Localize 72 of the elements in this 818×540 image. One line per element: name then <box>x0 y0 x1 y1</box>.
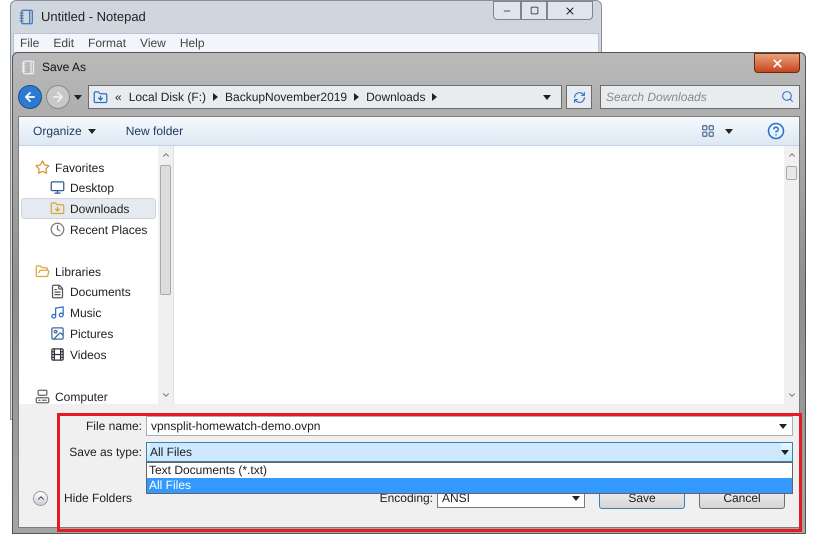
nav-item[interactable]: Desktop <box>21 177 156 198</box>
history-caret-icon <box>74 94 82 100</box>
scrollbar[interactable] <box>158 146 173 404</box>
nav-item[interactable]: Videos <box>21 344 156 365</box>
notepad-icon <box>19 9 35 25</box>
menu-item[interactable]: Format <box>88 34 126 52</box>
new-folder-button[interactable]: New folder <box>126 122 184 140</box>
field-label: File name: <box>84 418 143 435</box>
window-title: Untitled - Notepad <box>41 8 146 26</box>
back-arrow-icon <box>23 90 37 104</box>
menu-item[interactable]: Help <box>180 34 205 52</box>
scroll-thumb[interactable] <box>786 166 797 180</box>
nav-group[interactable]: Favorites <box>55 158 104 176</box>
close-icon <box>564 4 576 16</box>
menu-item[interactable]: File <box>20 34 40 52</box>
view-caret-icon <box>725 128 733 134</box>
document-icon <box>50 284 65 299</box>
caret-icon <box>779 424 787 429</box>
nav-item[interactable]: Downloads <box>21 198 156 219</box>
nav-item[interactable]: Pictures <box>21 323 156 344</box>
nav-group[interactable]: Libraries <box>55 262 102 280</box>
caret-icon <box>88 128 96 134</box>
forward-arrow-icon <box>51 90 65 104</box>
music-icon <box>50 305 65 320</box>
image-icon <box>50 326 65 341</box>
close-button[interactable] <box>754 53 800 73</box>
menu-item[interactable]: View <box>140 34 166 52</box>
search-icon <box>781 90 794 103</box>
organize-button[interactable]: Organize <box>33 122 96 140</box>
dialog-title: Save As <box>42 59 86 76</box>
nav-item[interactable]: Documents <box>21 281 156 302</box>
breadcrumb-item[interactable]: Local Disk (F:) <box>128 88 206 106</box>
field-label: Save as type: <box>68 444 143 461</box>
nav-group[interactable]: Computer <box>55 388 108 406</box>
star-icon <box>35 160 50 175</box>
close-button[interactable] <box>547 1 593 20</box>
view-icon[interactable] <box>701 124 715 138</box>
refresh-icon <box>572 90 586 104</box>
dropdown-option[interactable]: Text Documents (*.txt) <box>147 463 792 478</box>
overflow-chevron[interactable]: « <box>115 88 122 106</box>
breadcrumb-item[interactable]: Downloads <box>366 88 426 106</box>
scroll-thumb[interactable] <box>160 165 171 295</box>
folder-icon <box>35 264 50 279</box>
download-folder-icon <box>50 201 65 216</box>
computer-icon <box>35 389 50 404</box>
monitor-icon <box>50 180 65 195</box>
caret-icon <box>781 450 789 454</box>
nav-item[interactable]: Music <box>21 302 156 323</box>
refresh-button[interactable] <box>566 85 592 109</box>
chevron-icon <box>213 93 218 101</box>
address-bar[interactable]: « Local Disk (F:) BackupNovember2019 Downloads <box>88 85 562 109</box>
save-type-select[interactable]: All Files <box>146 442 793 462</box>
encoding-label: Encoding: <box>380 490 433 507</box>
close-icon <box>770 56 784 70</box>
breadcrumb-item[interactable]: BackupNovember2019 <box>225 88 348 106</box>
back-button[interactable] <box>18 85 42 109</box>
search-field[interactable]: Search Downloads <box>600 85 800 109</box>
download-folder-icon <box>93 90 108 104</box>
menu-item[interactable]: Edit <box>53 34 74 52</box>
maximize-button[interactable] <box>521 1 547 20</box>
chevron-icon <box>432 93 438 101</box>
clock-icon <box>50 222 65 237</box>
nav-item[interactable]: Recent Places <box>21 219 156 240</box>
dropdown-caret-icon <box>543 94 551 100</box>
hide-folders-button[interactable]: Hide Folders <box>33 489 132 507</box>
file-name-field[interactable]: vpnsplit-homewatch-demo.ovpn <box>146 416 793 436</box>
film-icon <box>50 347 65 362</box>
notepad-icon <box>21 60 36 74</box>
maximize-icon <box>530 6 538 15</box>
scrollbar[interactable] <box>784 146 799 404</box>
chevron-icon <box>354 93 360 101</box>
help-icon[interactable] <box>767 122 785 140</box>
